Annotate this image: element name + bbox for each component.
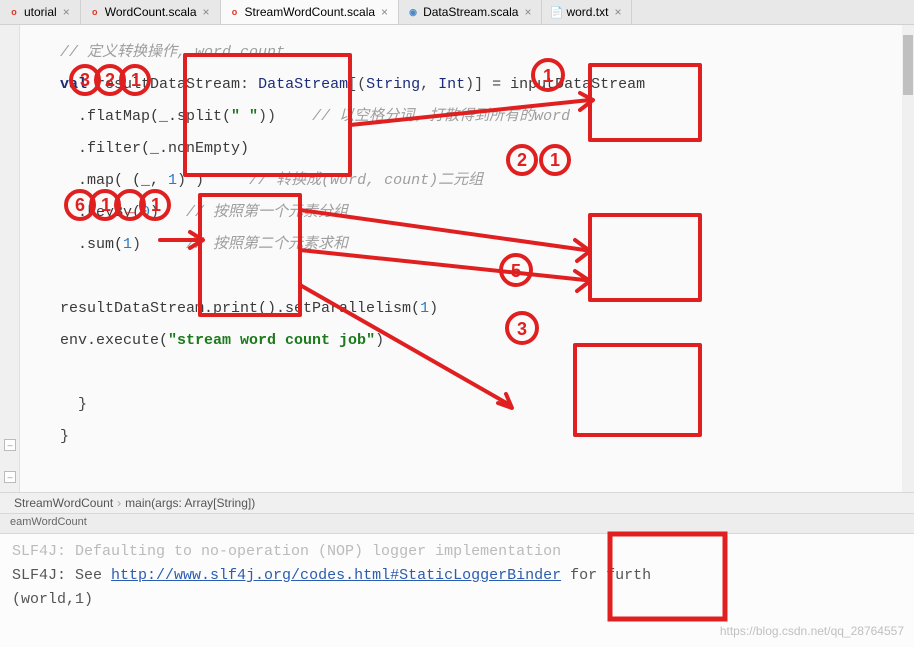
- tab-datastream[interactable]: ◉ DataStream.scala ×: [399, 0, 542, 24]
- tab-label: utorial: [24, 5, 57, 19]
- watermark: https://blog.csdn.net/qq_28764557: [720, 619, 904, 643]
- breadcrumb-method[interactable]: main(args: Array[String]): [125, 496, 255, 510]
- console-tab-bar: eamWordCount: [0, 514, 914, 534]
- tab-tutorial[interactable]: o utorial ×: [0, 0, 81, 24]
- console-line: (world,1): [12, 588, 902, 612]
- close-icon[interactable]: ×: [61, 5, 72, 19]
- close-icon[interactable]: ×: [379, 5, 390, 19]
- chevron-right-icon: ›: [113, 496, 125, 510]
- breadcrumb-class[interactable]: StreamWordCount: [14, 496, 113, 510]
- console-output[interactable]: SLF4J: Defaulting to no-operation (NOP) …: [0, 534, 914, 647]
- code-editor[interactable]: – – // 定义转换操作, word count val resultData…: [0, 25, 914, 492]
- tab-label: word.txt: [566, 5, 608, 19]
- console-line: SLF4J: See http://www.slf4j.org/codes.ht…: [12, 564, 902, 588]
- tab-streamwordcount[interactable]: o StreamWordCount.scala ×: [221, 0, 400, 24]
- console-tab-label[interactable]: eamWordCount: [10, 516, 87, 528]
- file-icon: 📄: [550, 6, 562, 18]
- code-content[interactable]: // 定义转换操作, word count val resultDataStre…: [20, 25, 914, 492]
- fold-marker-icon[interactable]: –: [4, 439, 16, 451]
- close-icon[interactable]: ×: [201, 5, 212, 19]
- vertical-scrollbar[interactable]: [902, 25, 914, 492]
- tab-label: WordCount.scala: [105, 5, 197, 19]
- close-icon[interactable]: ×: [612, 5, 623, 19]
- console-line: SLF4J: Defaulting to no-operation (NOP) …: [12, 540, 902, 564]
- tab-wordcount[interactable]: o WordCount.scala ×: [81, 0, 221, 24]
- java-icon: ◉: [407, 6, 419, 18]
- tab-label: StreamWordCount.scala: [245, 5, 376, 19]
- scala-icon: o: [229, 6, 241, 18]
- breadcrumb: StreamWordCount › main(args: Array[Strin…: [0, 492, 914, 514]
- editor-gutter: – –: [0, 25, 20, 492]
- slf4j-link[interactable]: http://www.slf4j.org/codes.html#StaticLo…: [111, 567, 561, 584]
- tab-wordtxt[interactable]: 📄 word.txt ×: [542, 0, 632, 24]
- tab-label: DataStream.scala: [423, 5, 518, 19]
- scala-icon: o: [89, 6, 101, 18]
- scala-icon: o: [8, 6, 20, 18]
- fold-marker-icon[interactable]: –: [4, 471, 16, 483]
- editor-tab-bar: o utorial × o WordCount.scala × o Stream…: [0, 0, 914, 25]
- scrollbar-thumb[interactable]: [903, 35, 913, 95]
- close-icon[interactable]: ×: [522, 5, 533, 19]
